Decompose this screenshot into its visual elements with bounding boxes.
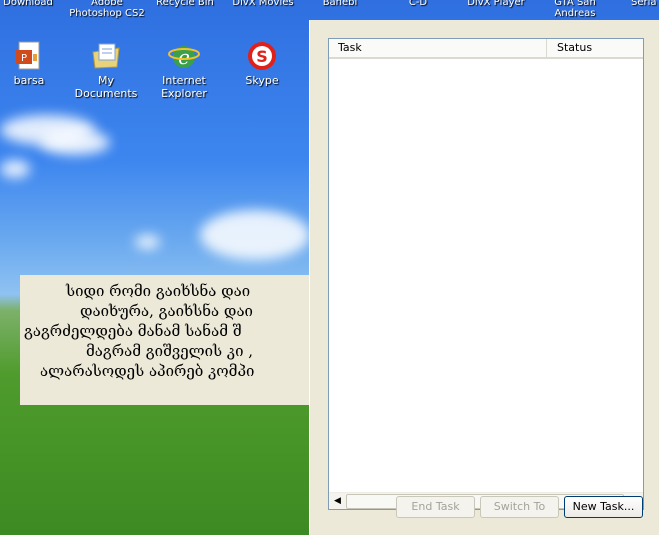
- note-line: სიდი რომი გაიხსნა დაი: [66, 282, 251, 300]
- desktop-label-photoshop[interactable]: Adobe Photoshop CS2: [67, 0, 147, 19]
- svg-text:S: S: [256, 47, 268, 66]
- column-header-task[interactable]: Task: [329, 39, 547, 57]
- task-manager-window: Task Status ◀ ||| ▶ End Task Switch To N…: [309, 20, 659, 535]
- desktop-label-gta[interactable]: GTA San Andreas: [535, 0, 615, 19]
- desktop-icon-label: Internet Explorer: [161, 74, 207, 100]
- desktop-label-divx-player[interactable]: DivX Player: [456, 0, 536, 8]
- cloud: [200, 210, 310, 260]
- column-header-status[interactable]: Status: [548, 39, 643, 57]
- desktop-icon-skype[interactable]: S Skype: [222, 40, 302, 87]
- task-list[interactable]: Task Status ◀ ||| ▶: [328, 38, 644, 510]
- georgian-text-note: სიდი რომი გაიხსნა დაი დაიხურა, გაიხსნა დ…: [20, 275, 315, 405]
- cloud: [40, 130, 110, 155]
- top-icon-labels: Download Adobe Photoshop CS2 Recycle Bin…: [0, 0, 659, 20]
- desktop-icon-label: Skype: [245, 74, 279, 87]
- desktop-label-recycle-bin[interactable]: Recycle Bin: [145, 0, 225, 8]
- end-task-button[interactable]: End Task: [396, 496, 475, 518]
- task-list-header: Task Status: [329, 39, 643, 59]
- desktop-label-banebi[interactable]: Banebi: [300, 0, 380, 8]
- new-task-button[interactable]: New Task...: [564, 496, 643, 518]
- desktop-icon-label: barsa: [13, 74, 45, 87]
- desktop-label-divx-movies[interactable]: DivX Movies: [223, 0, 303, 8]
- desktop-icon-my-documents[interactable]: My Documents: [66, 40, 146, 100]
- note-line: გაგრძელდება მანამ სანამ შ: [24, 322, 242, 340]
- desktop-icon-label: My Documents: [74, 74, 138, 100]
- powerpoint-file-icon: P: [13, 40, 45, 72]
- internet-explorer-icon: e: [168, 40, 200, 72]
- documents-folder-icon: [90, 40, 122, 72]
- scroll-left-arrow-icon[interactable]: ◀: [330, 494, 345, 509]
- note-line: მაგრამ გიშველის კი ,: [86, 342, 254, 360]
- cloud: [135, 235, 160, 249]
- desktop-label-seria[interactable]: Seria: [605, 0, 659, 8]
- svg-text:P: P: [21, 53, 27, 64]
- desktop-icon-barsa[interactable]: P barsa: [0, 40, 69, 87]
- skype-icon: S: [246, 40, 278, 72]
- cloud: [0, 160, 30, 178]
- desktop-label-c-d[interactable]: C-D: [378, 0, 458, 8]
- note-line: ალარასოდეს აპირებ კომპი: [40, 362, 255, 380]
- desktop-icon-internet-explorer[interactable]: e Internet Explorer: [144, 40, 224, 100]
- desktop-label-download[interactable]: Download: [0, 0, 68, 8]
- switch-to-button[interactable]: Switch To: [480, 496, 559, 518]
- note-line: დაიხურა, გაიხსნა დაი: [80, 302, 253, 320]
